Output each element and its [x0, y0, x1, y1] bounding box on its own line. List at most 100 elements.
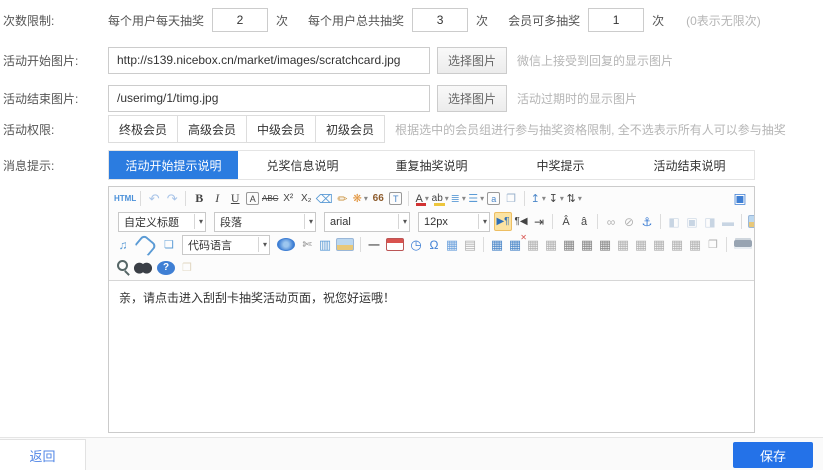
merge-down-icon[interactable]: ▦: [650, 235, 668, 254]
ordered-list-icon[interactable]: ≣: [449, 189, 467, 208]
member-intermediate-button[interactable]: 中级会员: [246, 115, 316, 143]
paragraph-select[interactable]: 段落: [214, 212, 316, 232]
end-image-pick-button[interactable]: 选择图片: [437, 85, 507, 112]
toolbar-separator: [140, 191, 141, 206]
merge-right-icon[interactable]: ▦: [632, 235, 650, 254]
image-align-center-icon[interactable]: ▣: [683, 212, 701, 231]
message-tabs: 活动开始提示说明 兑奖信息说明 重复抽奖说明 中奖提示 活动结束说明: [108, 150, 755, 180]
member-junior-button[interactable]: 初级会员: [315, 115, 385, 143]
remove-format-icon[interactable]: ⌫: [315, 189, 333, 208]
tab-win-notice[interactable]: 中奖提示: [496, 151, 625, 179]
insert-image-icon[interactable]: [748, 215, 754, 228]
merge-cells-icon[interactable]: ▦: [614, 235, 632, 254]
font-color-icon[interactable]: A: [413, 189, 431, 208]
unordered-list-icon[interactable]: ☰: [467, 189, 485, 208]
back-button[interactable]: 返回: [0, 439, 86, 470]
to-uppercase-icon[interactable]: Â: [557, 212, 575, 231]
end-image-input[interactable]: [108, 85, 430, 112]
blockquote-icon[interactable]: 66: [369, 189, 387, 208]
member-extra-input[interactable]: [588, 8, 644, 32]
print-icon[interactable]: [734, 240, 752, 249]
member-group: 终极会员 高级会员 中级会员 初级会员: [108, 115, 385, 143]
subscript-icon[interactable]: X₂: [297, 189, 315, 208]
insert-row-icon[interactable]: ▦: [560, 235, 578, 254]
insert-col-icon[interactable]: ▦: [578, 235, 596, 254]
paste-plain-icon[interactable]: T: [389, 192, 402, 205]
insert-audio-icon[interactable]: ♫: [114, 235, 132, 254]
form-icon[interactable]: ▤: [461, 235, 479, 254]
auto-typeset-icon[interactable]: ❋: [351, 189, 369, 208]
per-day-input[interactable]: [212, 8, 268, 32]
clear-doc-icon[interactable]: ❐: [502, 189, 520, 208]
anchor-icon[interactable]: ⚓: [638, 212, 656, 231]
superscript-icon[interactable]: X²: [279, 189, 297, 208]
fullscreen-icon[interactable]: ▣: [731, 189, 749, 208]
paragraph-spacing-top-icon[interactable]: ↥: [529, 189, 547, 208]
italic-icon[interactable]: I: [208, 189, 226, 208]
table-title-icon[interactable]: ▦: [542, 235, 560, 254]
member-extra-unit: 次: [652, 12, 664, 29]
font-family-select[interactable]: arial: [324, 212, 410, 232]
start-image-pick-button[interactable]: 选择图片: [437, 47, 507, 74]
help-icon[interactable]: ?: [157, 261, 175, 275]
delete-table-icon[interactable]: ▦: [506, 235, 524, 254]
undo-icon[interactable]: ↶: [145, 189, 163, 208]
paragraph-spacing-bottom-icon[interactable]: ↧: [547, 189, 565, 208]
preview-icon[interactable]: [114, 258, 132, 277]
strikethrough-icon[interactable]: ABC: [261, 189, 279, 208]
editor-toolbar: HTML ↶ ↷ B I U A ABC: [109, 187, 754, 281]
template-icon[interactable]: [336, 238, 354, 251]
code-language-select[interactable]: 代码语言: [182, 235, 270, 255]
total-input[interactable]: [412, 8, 468, 32]
attachment-icon[interactable]: [135, 233, 158, 255]
to-lowercase-icon[interactable]: â: [575, 212, 593, 231]
image-align-right-icon[interactable]: ◨: [701, 212, 719, 231]
tab-activity-start-note[interactable]: 活动开始提示说明: [109, 151, 238, 179]
save-button[interactable]: 保存: [733, 442, 813, 468]
tab-activity-end-note[interactable]: 活动结束说明: [625, 151, 754, 179]
split-cols-icon[interactable]: ▦: [686, 235, 704, 254]
insert-iframe-icon[interactable]: ❏: [160, 235, 178, 254]
doc-icon[interactable]: ❐: [704, 235, 722, 254]
member-senior-button[interactable]: 高级会员: [177, 115, 247, 143]
redo-icon[interactable]: ↷: [163, 189, 181, 208]
unlink-icon[interactable]: ⊘: [620, 212, 638, 231]
insert-columns-icon[interactable]: ▥: [316, 235, 334, 254]
spreadsheet-icon[interactable]: ▦: [443, 235, 461, 254]
font-border-icon[interactable]: A: [246, 192, 259, 205]
select-all-icon[interactable]: a: [487, 192, 500, 205]
member-ultimate-button[interactable]: 终极会员: [108, 115, 178, 143]
start-image-input[interactable]: [108, 47, 430, 74]
table-caption-icon[interactable]: ▦: [524, 235, 542, 254]
rtl-icon[interactable]: ¶◀: [512, 212, 530, 231]
underline-icon[interactable]: U: [226, 189, 244, 208]
ltr-icon[interactable]: ▶¶: [494, 212, 512, 231]
baidu-map-icon[interactable]: [277, 238, 295, 251]
search-replace-icon[interactable]: [134, 261, 152, 274]
custom-title-select[interactable]: 自定义标题: [118, 212, 206, 232]
split-rows-icon[interactable]: ▦: [668, 235, 686, 254]
indent-icon[interactable]: ⇥: [530, 212, 548, 231]
format-painter-icon[interactable]: ✏: [333, 189, 351, 208]
page-break-icon[interactable]: ✄: [298, 235, 316, 254]
scratch-card-settings-page: 次数限制: 每个用户每天抽奖 次 每个用户总共抽奖 次 会员可多抽奖 次 (0表…: [0, 0, 823, 470]
date-icon[interactable]: [386, 238, 404, 251]
split-cell-icon[interactable]: ▦: [596, 235, 614, 254]
image-align-none-icon[interactable]: ▬: [719, 212, 737, 231]
link-icon[interactable]: ∞: [602, 212, 620, 231]
paste-icon[interactable]: ❐: [178, 258, 196, 277]
html-source-icon[interactable]: HTML: [114, 189, 136, 208]
toolbar-separator: [741, 214, 742, 229]
tab-redeem-info[interactable]: 兑奖信息说明: [238, 151, 367, 179]
horizontal-rule-icon[interactable]: —: [365, 235, 383, 254]
time-icon[interactable]: ◷: [407, 235, 425, 254]
font-size-select[interactable]: 12px: [418, 212, 490, 232]
editor-content[interactable]: 亲，请点击进入刮刮卡抽奖活动页面，祝您好运哦！: [109, 281, 754, 432]
tab-repeat-draw-note[interactable]: 重复抽奖说明: [367, 151, 496, 179]
image-align-left-icon[interactable]: ◧: [665, 212, 683, 231]
line-height-icon[interactable]: ⇅: [565, 189, 583, 208]
special-char-icon[interactable]: Ω: [425, 235, 443, 254]
insert-table-icon[interactable]: ▦: [488, 235, 506, 254]
bold-icon[interactable]: B: [190, 189, 208, 208]
background-color-icon[interactable]: ab: [431, 189, 449, 208]
